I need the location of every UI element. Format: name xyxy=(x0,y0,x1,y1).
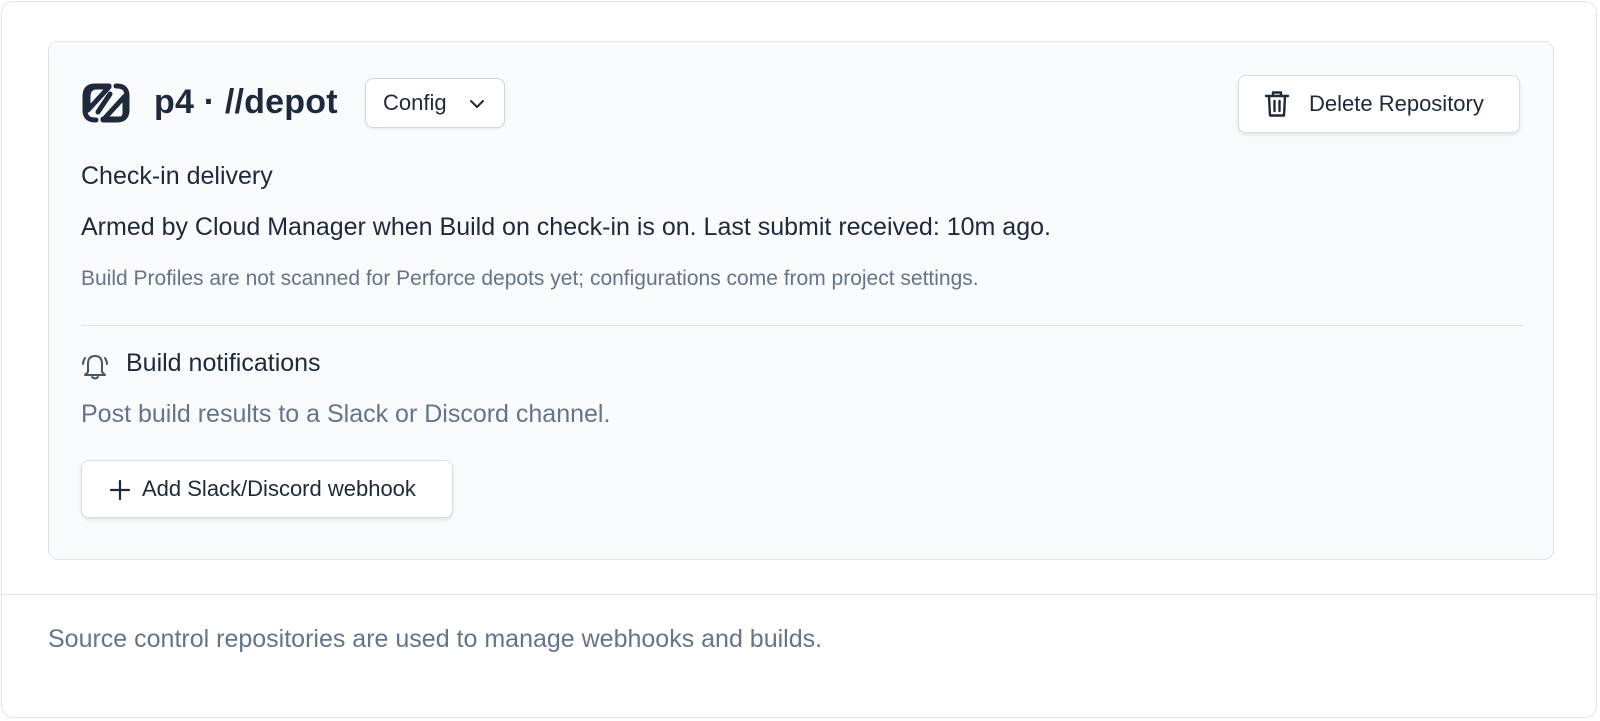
delete-repository-label: Delete Repository xyxy=(1309,91,1484,116)
config-dropdown[interactable]: Config xyxy=(365,78,505,128)
build-notifications-title: Build notifications xyxy=(126,349,321,377)
config-label: Config xyxy=(383,90,447,115)
bell-icon xyxy=(82,355,108,380)
check-in-delivery-label: Check-in delivery xyxy=(81,162,273,190)
build-notifications-description: Post build results to a Slack or Discord… xyxy=(81,400,611,428)
add-webhook-button[interactable]: Add Slack/Discord webhook xyxy=(81,460,453,518)
check-in-status: Armed by Cloud Manager when Build on che… xyxy=(81,213,1051,241)
repository-header: p4 · //depot Config Delete Repository xyxy=(79,75,1523,135)
chevron-down-icon xyxy=(470,100,484,108)
plus-icon xyxy=(109,479,131,501)
trash-icon xyxy=(1264,91,1290,117)
delete-repository-button[interactable]: Delete Repository xyxy=(1238,75,1520,133)
add-webhook-label: Add Slack/Discord webhook xyxy=(142,476,416,501)
build-profiles-hint: Build Profiles are not scanned for Perfo… xyxy=(81,267,979,290)
repository-title: p4 · //depot xyxy=(154,83,338,121)
section-divider xyxy=(81,325,1523,326)
repository-card: p4 · //depot Config Delete Repository Ch… xyxy=(48,41,1554,560)
footer-divider xyxy=(2,594,1596,595)
repositories-panel: p4 · //depot Config Delete Repository Ch… xyxy=(1,1,1597,718)
footer-description: Source control repositories are used to … xyxy=(48,625,823,653)
link-icon xyxy=(82,83,130,123)
build-notifications-heading: Build notifications xyxy=(81,347,481,383)
